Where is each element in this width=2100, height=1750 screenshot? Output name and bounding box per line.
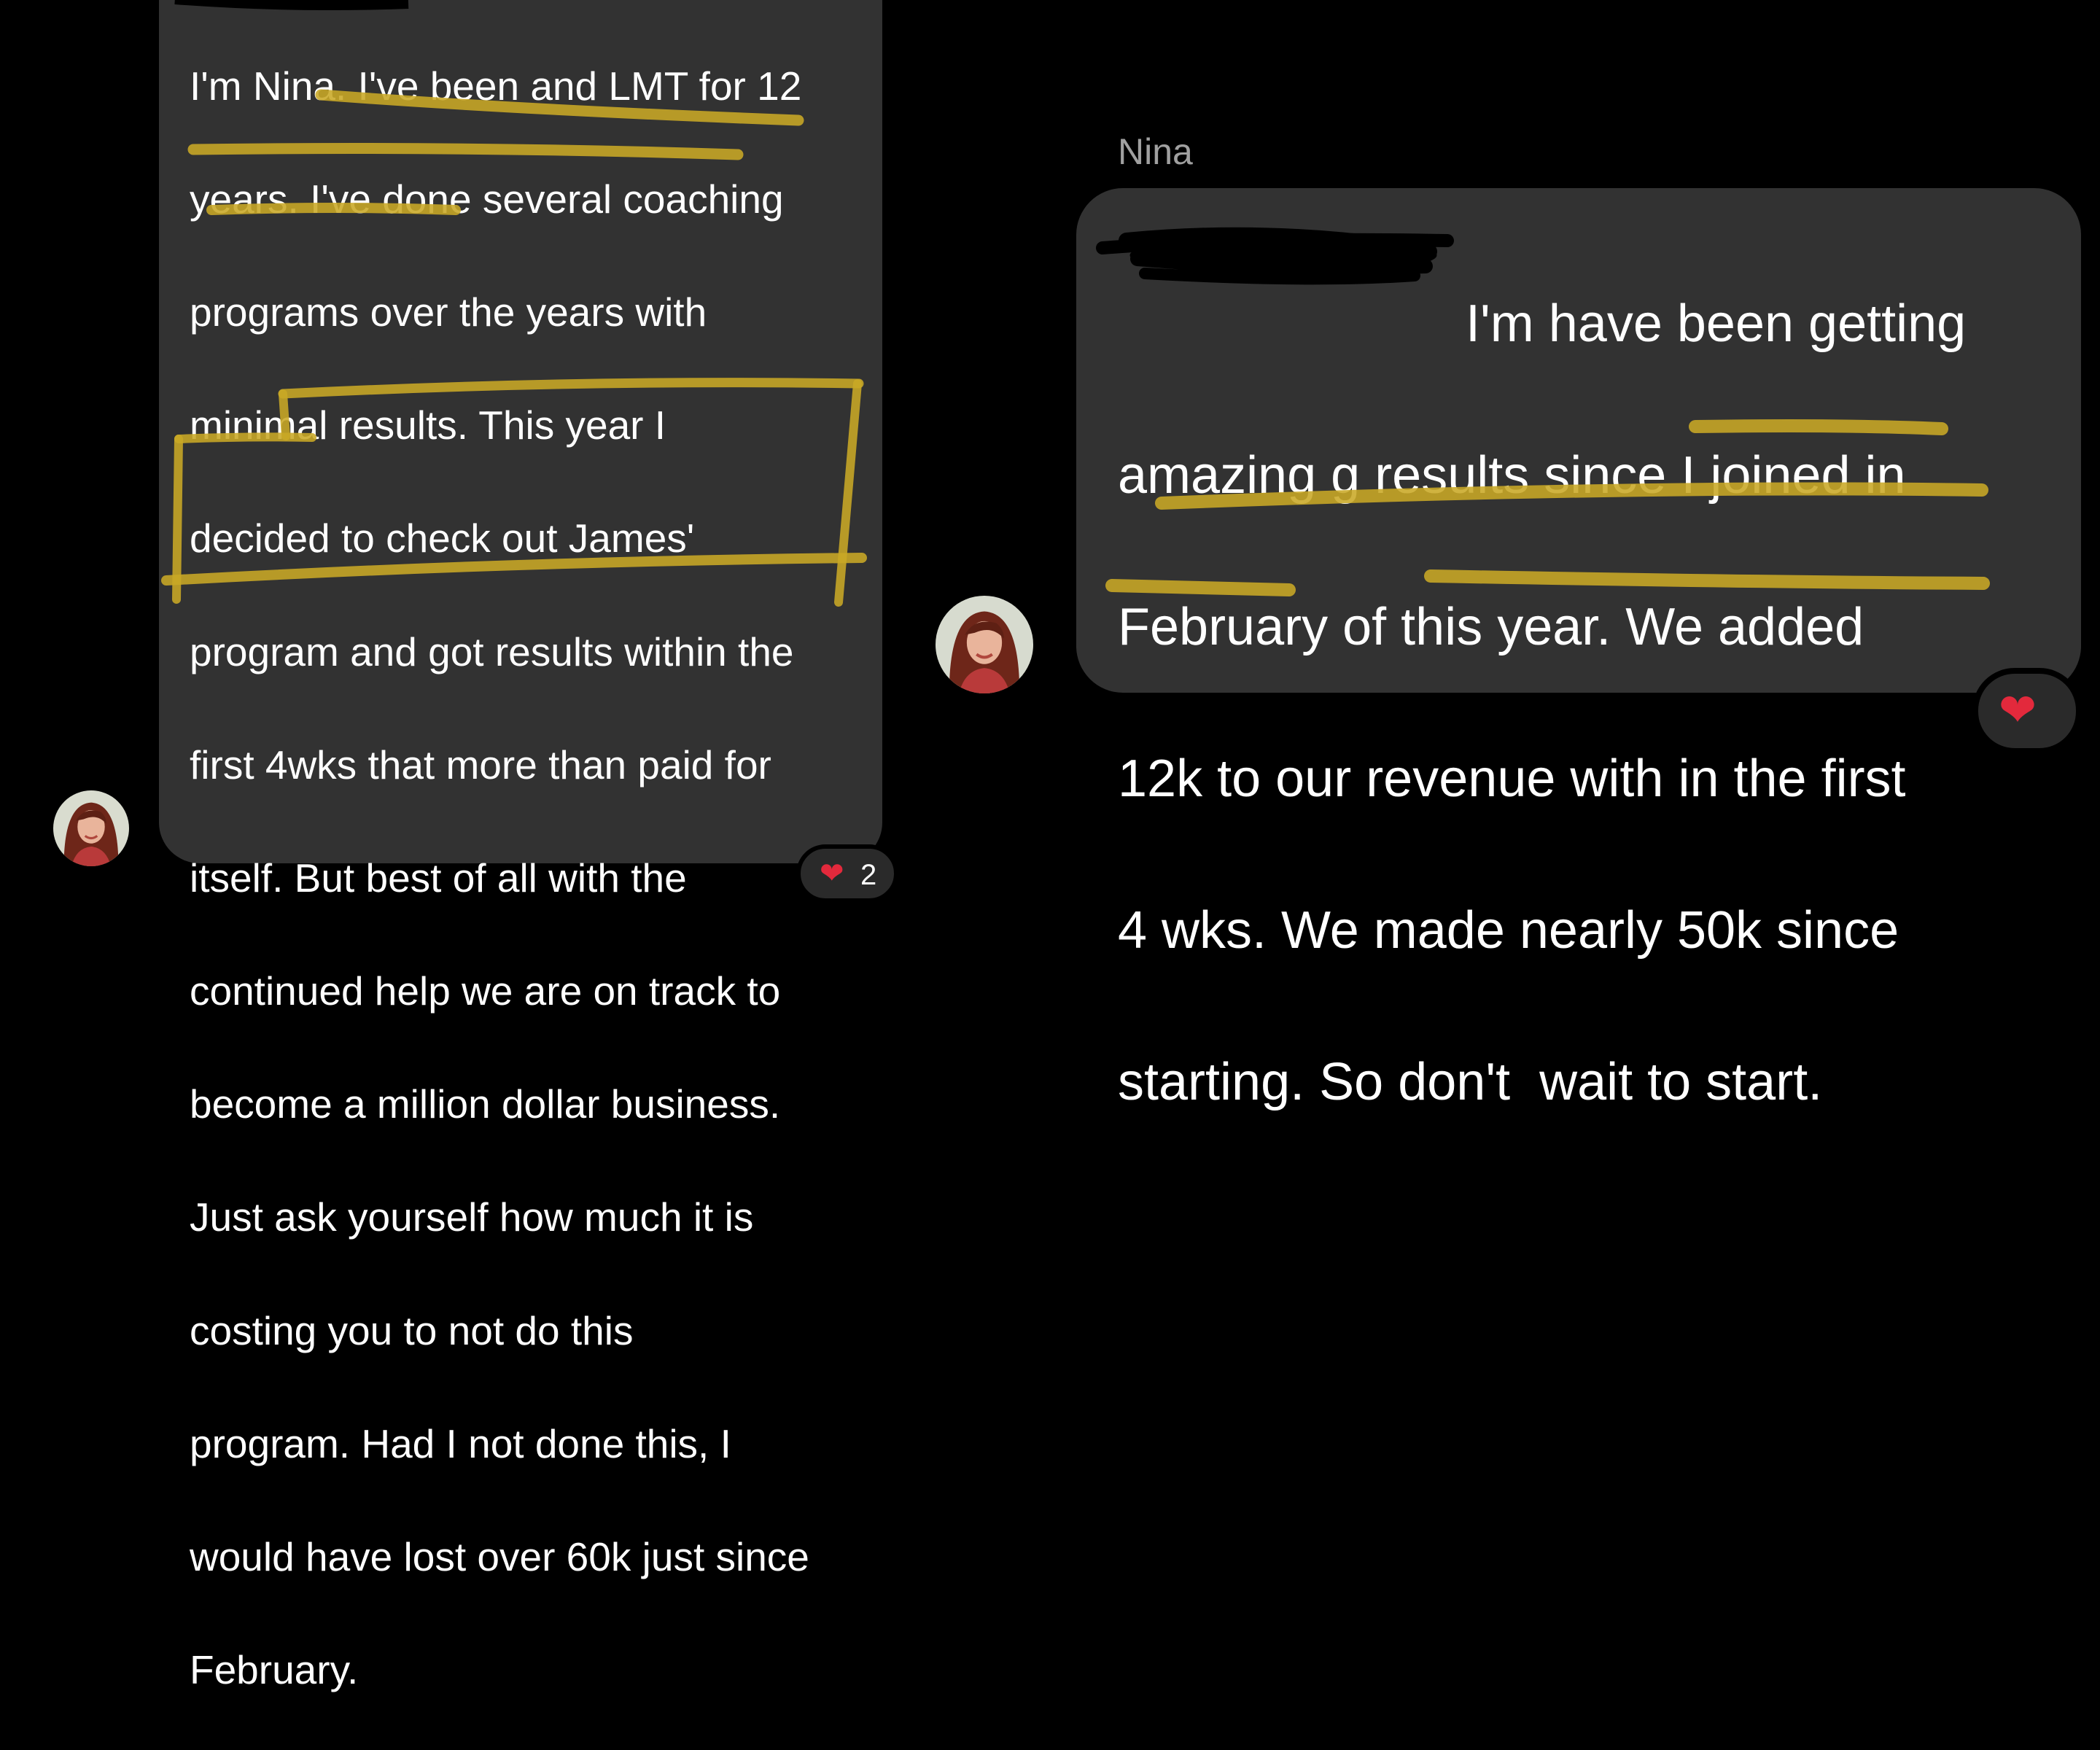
right-message-line: 12k to our revenue with in the first [1118, 750, 1906, 808]
right-message-line: amazing g results since I joined in [1118, 446, 1906, 505]
left-message-line: February. [190, 1647, 359, 1693]
left-message-line: continued help we are on track to [190, 968, 781, 1014]
left-message-line: years. I've done several coaching [190, 176, 784, 222]
left-message-line: program. Had I not done this, I [190, 1420, 731, 1466]
left-message-line: program and got results within the [190, 629, 794, 674]
heart-icon: ❤ [820, 858, 844, 890]
left-message-text: I'm Nina. I've been and LMT for 12 years… [190, 1, 809, 1750]
left-message-line: decided to check out James' [190, 516, 695, 561]
sender-avatar-right[interactable] [936, 596, 1033, 693]
right-message-line: February of this year. We added [1118, 598, 1864, 656]
sender-name: Nina [1118, 131, 1193, 172]
profile-photo-icon [936, 596, 1033, 693]
left-message-line: costing you to not do this [190, 1307, 634, 1353]
left-message-line: become a million dollar business. [190, 1081, 781, 1127]
sender-avatar-left[interactable] [53, 790, 129, 866]
reaction-count: 2 [860, 859, 877, 891]
left-message-line: would have lost over 60k just since [190, 1534, 809, 1580]
left-message-line: I'm Nina. I've been and LMT for 12 [190, 63, 802, 109]
left-message-line: minimal results. This year I [190, 402, 666, 448]
right-reaction-badge[interactable]: ❤ [1972, 668, 2082, 754]
left-reaction-badge[interactable]: ❤ 2 [796, 844, 898, 903]
left-message-line: Just ask yourself how much it is [190, 1194, 754, 1240]
right-message-line: starting. So don't wait to start. [1118, 1053, 1823, 1111]
left-message-line: itself. But best of all with the [190, 855, 687, 901]
right-message-line: 4 wks. We made nearly 50k since [1118, 901, 1899, 960]
right-message-line: I'm have been getting [1466, 295, 1967, 353]
left-message-line: first 4wks that more than paid for [190, 742, 771, 788]
left-message-line: programs over the years with [190, 289, 707, 335]
profile-photo-icon [53, 790, 129, 866]
heart-icon: ❤ [1999, 685, 2037, 736]
right-message-text: I'm have been getting amazing g results … [1118, 210, 1966, 1196]
